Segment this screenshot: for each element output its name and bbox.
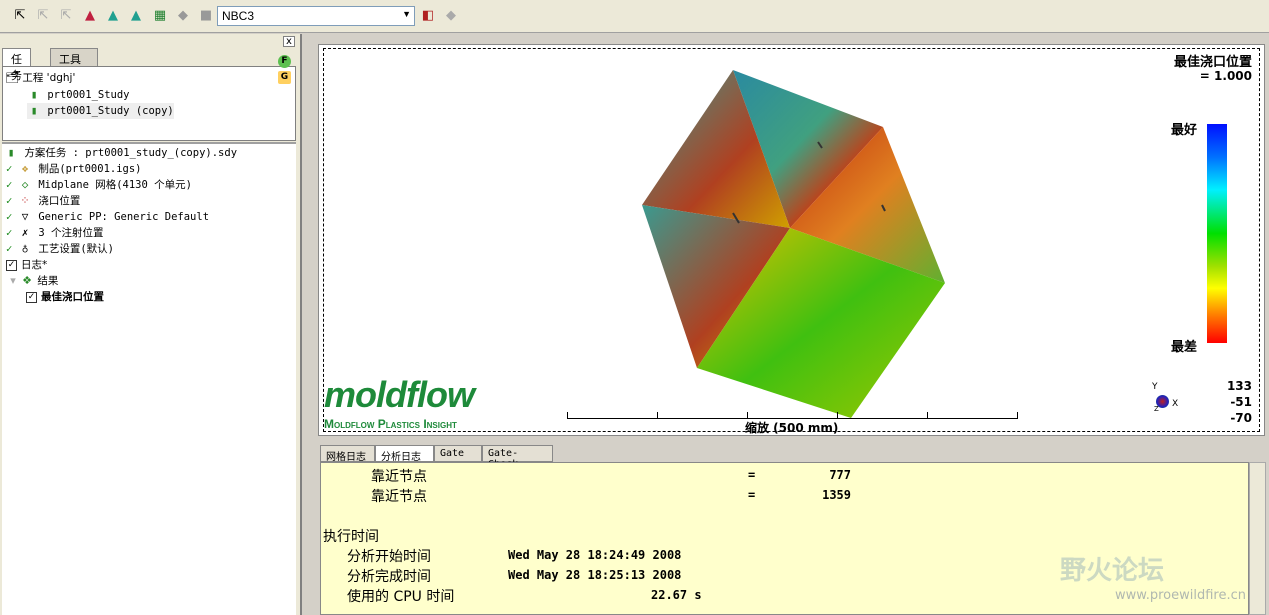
coord-value: -51 [1230, 395, 1252, 409]
log-label: 分析开始时间 [347, 549, 431, 565]
analysis-log[interactable]: 靠近节点 = 777 靠近节点 = 1359 执行时间 分析开始时间 Wed M… [320, 462, 1249, 615]
legend-best-label: 最好 [1171, 123, 1198, 138]
log-section: 执行时间 [323, 529, 379, 545]
coord-value: 133 [1226, 379, 1252, 393]
color-scale-bar [1207, 124, 1227, 343]
log-label: 使用的 CPU 时间 [347, 589, 455, 605]
axis-z-label: Z [1154, 405, 1159, 413]
log-value: 1359 [822, 488, 851, 502]
axis-x-label: X [1172, 399, 1179, 409]
scale-label: 缩放 (500 mm) [745, 421, 839, 435]
axis-y-label: Y [1152, 382, 1158, 392]
view-coordinates: 133 -51 -70 [1222, 378, 1252, 426]
log-eq: = [748, 488, 756, 502]
tab-gate-check[interactable]: Gate-Check [482, 445, 553, 470]
tab-mesh-log[interactable]: 网格日志 [320, 445, 375, 463]
log-label: 靠近节点 [371, 469, 427, 485]
tab-tasks[interactable]: 任务 [2, 48, 31, 82]
log-eq: = [748, 468, 756, 482]
tab-gate[interactable]: Gate [434, 445, 482, 462]
moldflow-logo: moldflow [324, 374, 475, 415]
watermark-url: www.proewildfire.cn [1115, 588, 1246, 603]
log-value: 777 [829, 468, 851, 482]
log-value: Wed May 28 18:24:49 2008 [508, 548, 682, 562]
coord-value: -70 [1230, 411, 1252, 425]
log-value: Wed May 28 18:25:13 2008 [508, 568, 682, 582]
axis-triad-icon: Y X Z [1146, 382, 1186, 414]
moldflow-logo-subtitle: Moldflow Plastics Insight [324, 417, 457, 431]
log-label: 分析完成时间 [347, 569, 431, 585]
tab-analysis-log[interactable]: 分析日志 [375, 445, 434, 463]
legend-worst-label: 最差 [1171, 340, 1198, 355]
watermark: 野火论坛 [1060, 556, 1165, 586]
log-label: 靠近节点 [371, 489, 427, 505]
log-value: 22.67 s [651, 588, 702, 602]
log-scrollbar[interactable] [1249, 462, 1266, 615]
